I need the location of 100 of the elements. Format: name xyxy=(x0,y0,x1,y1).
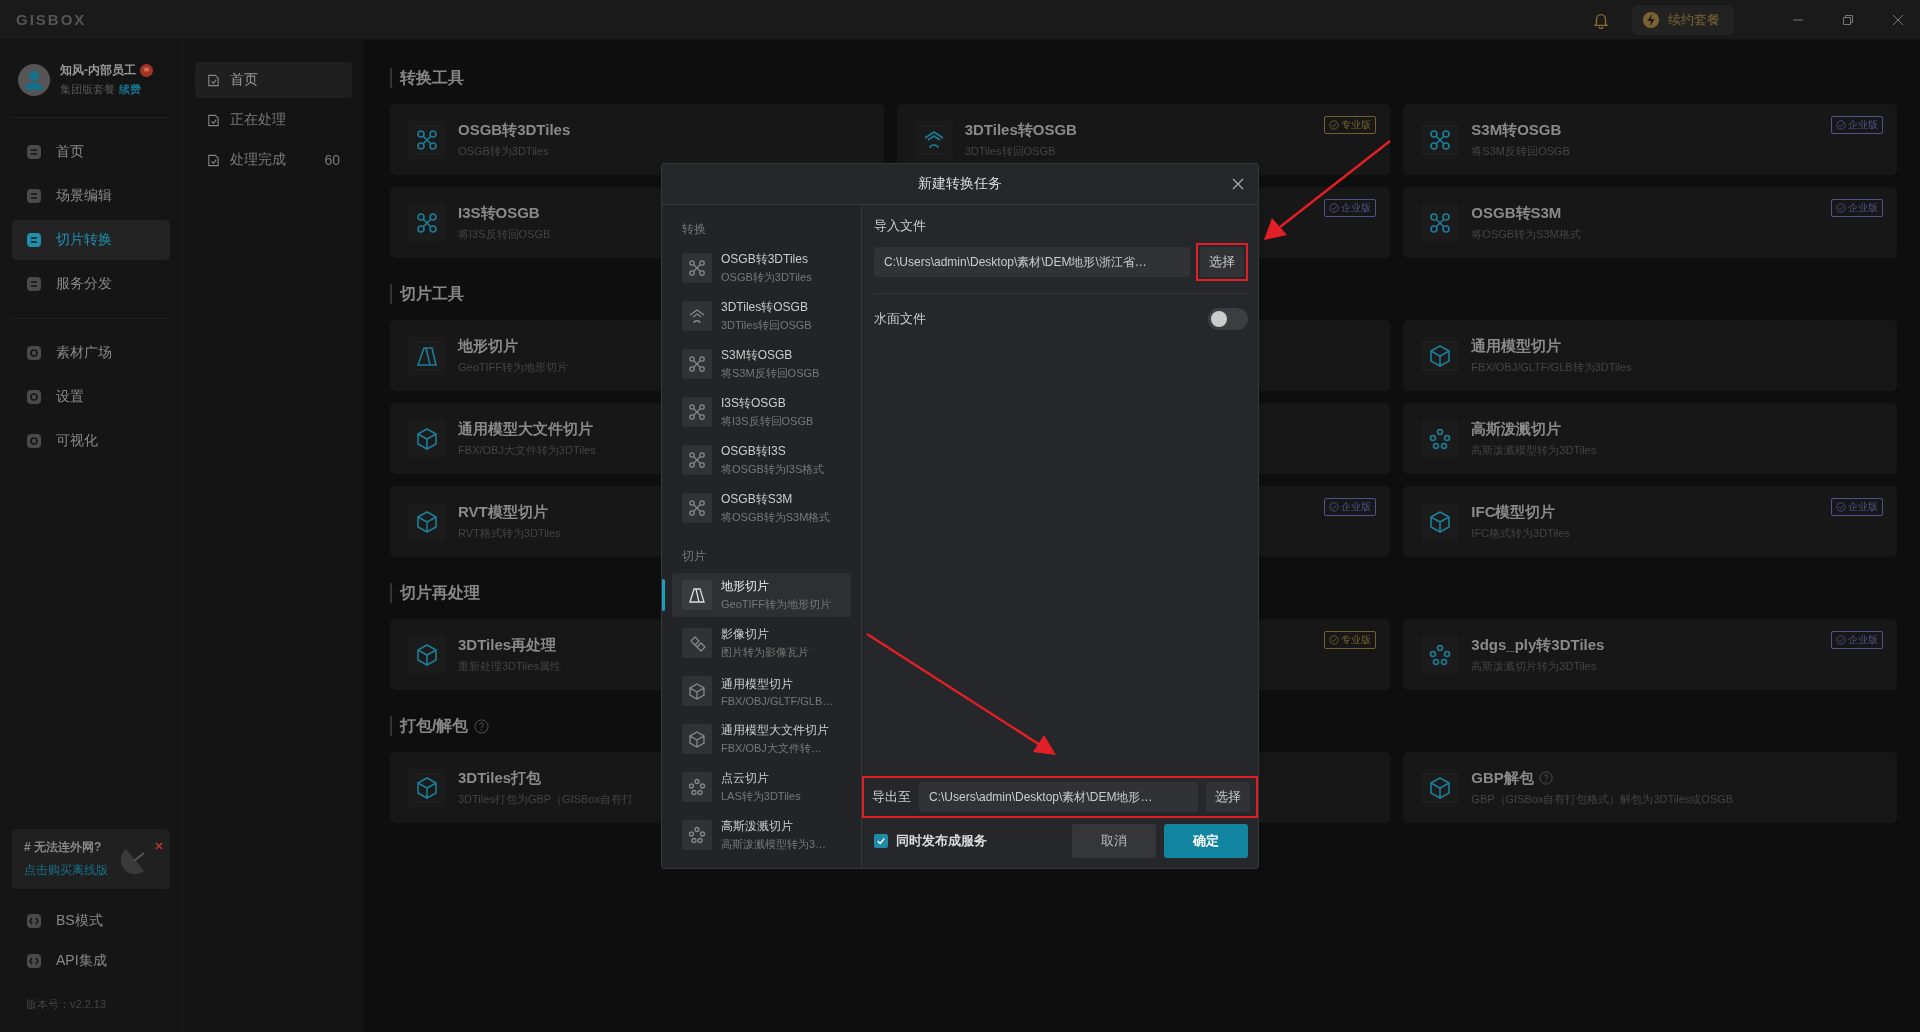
choose-button[interactable]: 选择 xyxy=(1206,782,1250,812)
tool-icon xyxy=(1428,127,1453,152)
dialog-title: 新建转换任务 xyxy=(918,175,1002,193)
checkbox[interactable] xyxy=(874,834,888,848)
tool-title: 通用模型大文件切片 xyxy=(458,419,593,439)
close-icon[interactable] xyxy=(1892,13,1904,26)
tool-icon xyxy=(1428,509,1453,534)
tool-title: 3DTiles再处理 xyxy=(458,635,557,655)
section-title: 打包/解包 xyxy=(400,715,469,736)
path-field[interactable]: C:\Users\admin\Desktop\素材\DEM地形… xyxy=(919,782,1198,812)
path-field[interactable]: C:\Users\admin\Desktop\素材\DEM地形\浙江省… xyxy=(874,247,1190,277)
tool-title: 3DTiles打包 xyxy=(458,768,542,788)
tool-title: GBP解包 xyxy=(1471,768,1534,788)
task-type-icon xyxy=(682,724,712,754)
tool-title: IFC模型切片 xyxy=(1471,502,1556,522)
tool-title: 通用模型切片 xyxy=(1471,336,1562,356)
confirm-button[interactable]: 确定 xyxy=(1164,824,1248,858)
nav-icon xyxy=(26,276,42,292)
task-type-icon xyxy=(682,301,712,331)
task-type-item[interactable]: 点云切片 LAS转为3DTiles xyxy=(672,765,851,809)
edition-badge: 企业版 xyxy=(1831,631,1883,649)
help-icon[interactable] xyxy=(474,718,490,734)
subnav-item[interactable]: 正在处理 xyxy=(195,102,352,138)
task-type-icon xyxy=(682,397,712,427)
nav-icon xyxy=(26,345,42,361)
tool-title: 3dgs_ply转3DTiles xyxy=(1471,635,1605,655)
edition-badge: 企业版 xyxy=(1831,498,1883,516)
tool-icon xyxy=(1428,642,1453,667)
renew-link[interactable]: 续费 xyxy=(119,82,141,97)
nav-item[interactable]: API集成 xyxy=(12,941,170,981)
plan-label: 集团版套餐 xyxy=(60,82,115,97)
promo-title: # 无法连外网? xyxy=(24,839,103,856)
tool-icon xyxy=(415,426,439,451)
tool-icon xyxy=(415,509,439,534)
nav-item[interactable]: 可视化 xyxy=(12,421,170,461)
tool-title: OSGB转3DTiles xyxy=(458,120,571,140)
task-type-icon xyxy=(682,820,712,850)
tool-title: I3S转OSGB xyxy=(458,203,540,223)
code-icon xyxy=(26,953,42,969)
document-icon xyxy=(207,73,220,87)
tool-title: S3M转OSGB xyxy=(1471,120,1562,140)
tool-title: 3DTiles转OSGB xyxy=(964,120,1077,140)
nav-item[interactable]: 切片转换 xyxy=(12,220,170,260)
edition-badge: 企业版 xyxy=(1324,498,1377,516)
lightning-icon xyxy=(1642,10,1660,29)
section-title: 转换工具 xyxy=(400,67,464,88)
cancel-button[interactable]: 取消 xyxy=(1072,824,1156,858)
tool-title: 高斯泼溅切片 xyxy=(1471,419,1562,439)
task-type-item[interactable]: 影像切片 图片转为影像瓦片 xyxy=(672,621,851,665)
task-type-icon xyxy=(682,676,712,706)
choose-button[interactable]: 选择 xyxy=(1200,247,1244,277)
tool-title: RVT模型切片 xyxy=(458,502,548,522)
task-type-item[interactable]: S3M转OSGB 将S3M反转回OSGB xyxy=(672,342,851,386)
edition-badge: 企业版 xyxy=(1831,199,1883,217)
nav-icon xyxy=(26,433,42,449)
nav-item[interactable]: 服务分发 xyxy=(12,264,170,304)
nav-item[interactable]: 素材广场 xyxy=(12,333,170,373)
edition-badge: 企业版 xyxy=(1324,199,1377,217)
tool-icon xyxy=(1428,775,1453,800)
renew-button[interactable]: 续约套餐 xyxy=(1632,4,1734,35)
edition-badge: 企业版 xyxy=(1831,116,1883,134)
edition-badge: 专业版 xyxy=(1324,631,1377,649)
nav-icon xyxy=(26,232,42,248)
group-label: 转换 xyxy=(681,221,707,238)
tool-title: OSGB转S3M xyxy=(1471,203,1562,223)
task-type-icon xyxy=(682,493,712,523)
tool-icon xyxy=(1428,343,1453,368)
user-name: 知风-内部员工 xyxy=(60,62,136,79)
document-icon xyxy=(207,113,220,127)
task-type-icon xyxy=(682,253,712,283)
tool-icon xyxy=(1428,210,1453,235)
nav-item[interactable]: 设置 xyxy=(12,377,170,417)
promo-card[interactable]: # 无法连外网? 点击购买离线版 xyxy=(12,829,170,889)
avatar-icon[interactable] xyxy=(18,63,50,96)
document-icon xyxy=(207,153,220,167)
checkmark-icon xyxy=(876,836,886,846)
subnav-item[interactable]: 首页 xyxy=(195,62,352,98)
nav-icon xyxy=(26,389,42,405)
nav-item[interactable]: 场景编辑 xyxy=(12,176,170,216)
task-type-item[interactable]: OSGB转S3M 将OSGB转为S3M格式 xyxy=(672,486,851,530)
tool-icon xyxy=(415,127,439,152)
flag-icon xyxy=(140,64,153,77)
tool-icon xyxy=(415,775,439,800)
checkbox-label: 同时发布成服务 xyxy=(896,832,987,850)
task-type-icon xyxy=(682,349,712,379)
nav-item[interactable]: BS模式 xyxy=(12,901,170,941)
selection-indicator xyxy=(662,579,665,611)
close-icon[interactable] xyxy=(1232,178,1244,190)
edition-badge: 专业版 xyxy=(1324,116,1377,134)
task-type-icon xyxy=(682,445,712,475)
tool-icon xyxy=(415,642,439,667)
toggle-switch[interactable] xyxy=(1208,308,1248,330)
nav-icon xyxy=(26,144,42,160)
tool-title: 地形切片 xyxy=(458,336,518,356)
nav-item[interactable]: 首页 xyxy=(12,132,170,172)
subnav-item[interactable]: 处理完成 60 xyxy=(195,142,352,178)
restore-icon[interactable] xyxy=(1842,13,1854,26)
buy-offline-link[interactable]: 点击购买离线版 xyxy=(24,862,158,879)
section-title: 切片工具 xyxy=(400,283,464,304)
task-type-icon xyxy=(682,772,712,802)
